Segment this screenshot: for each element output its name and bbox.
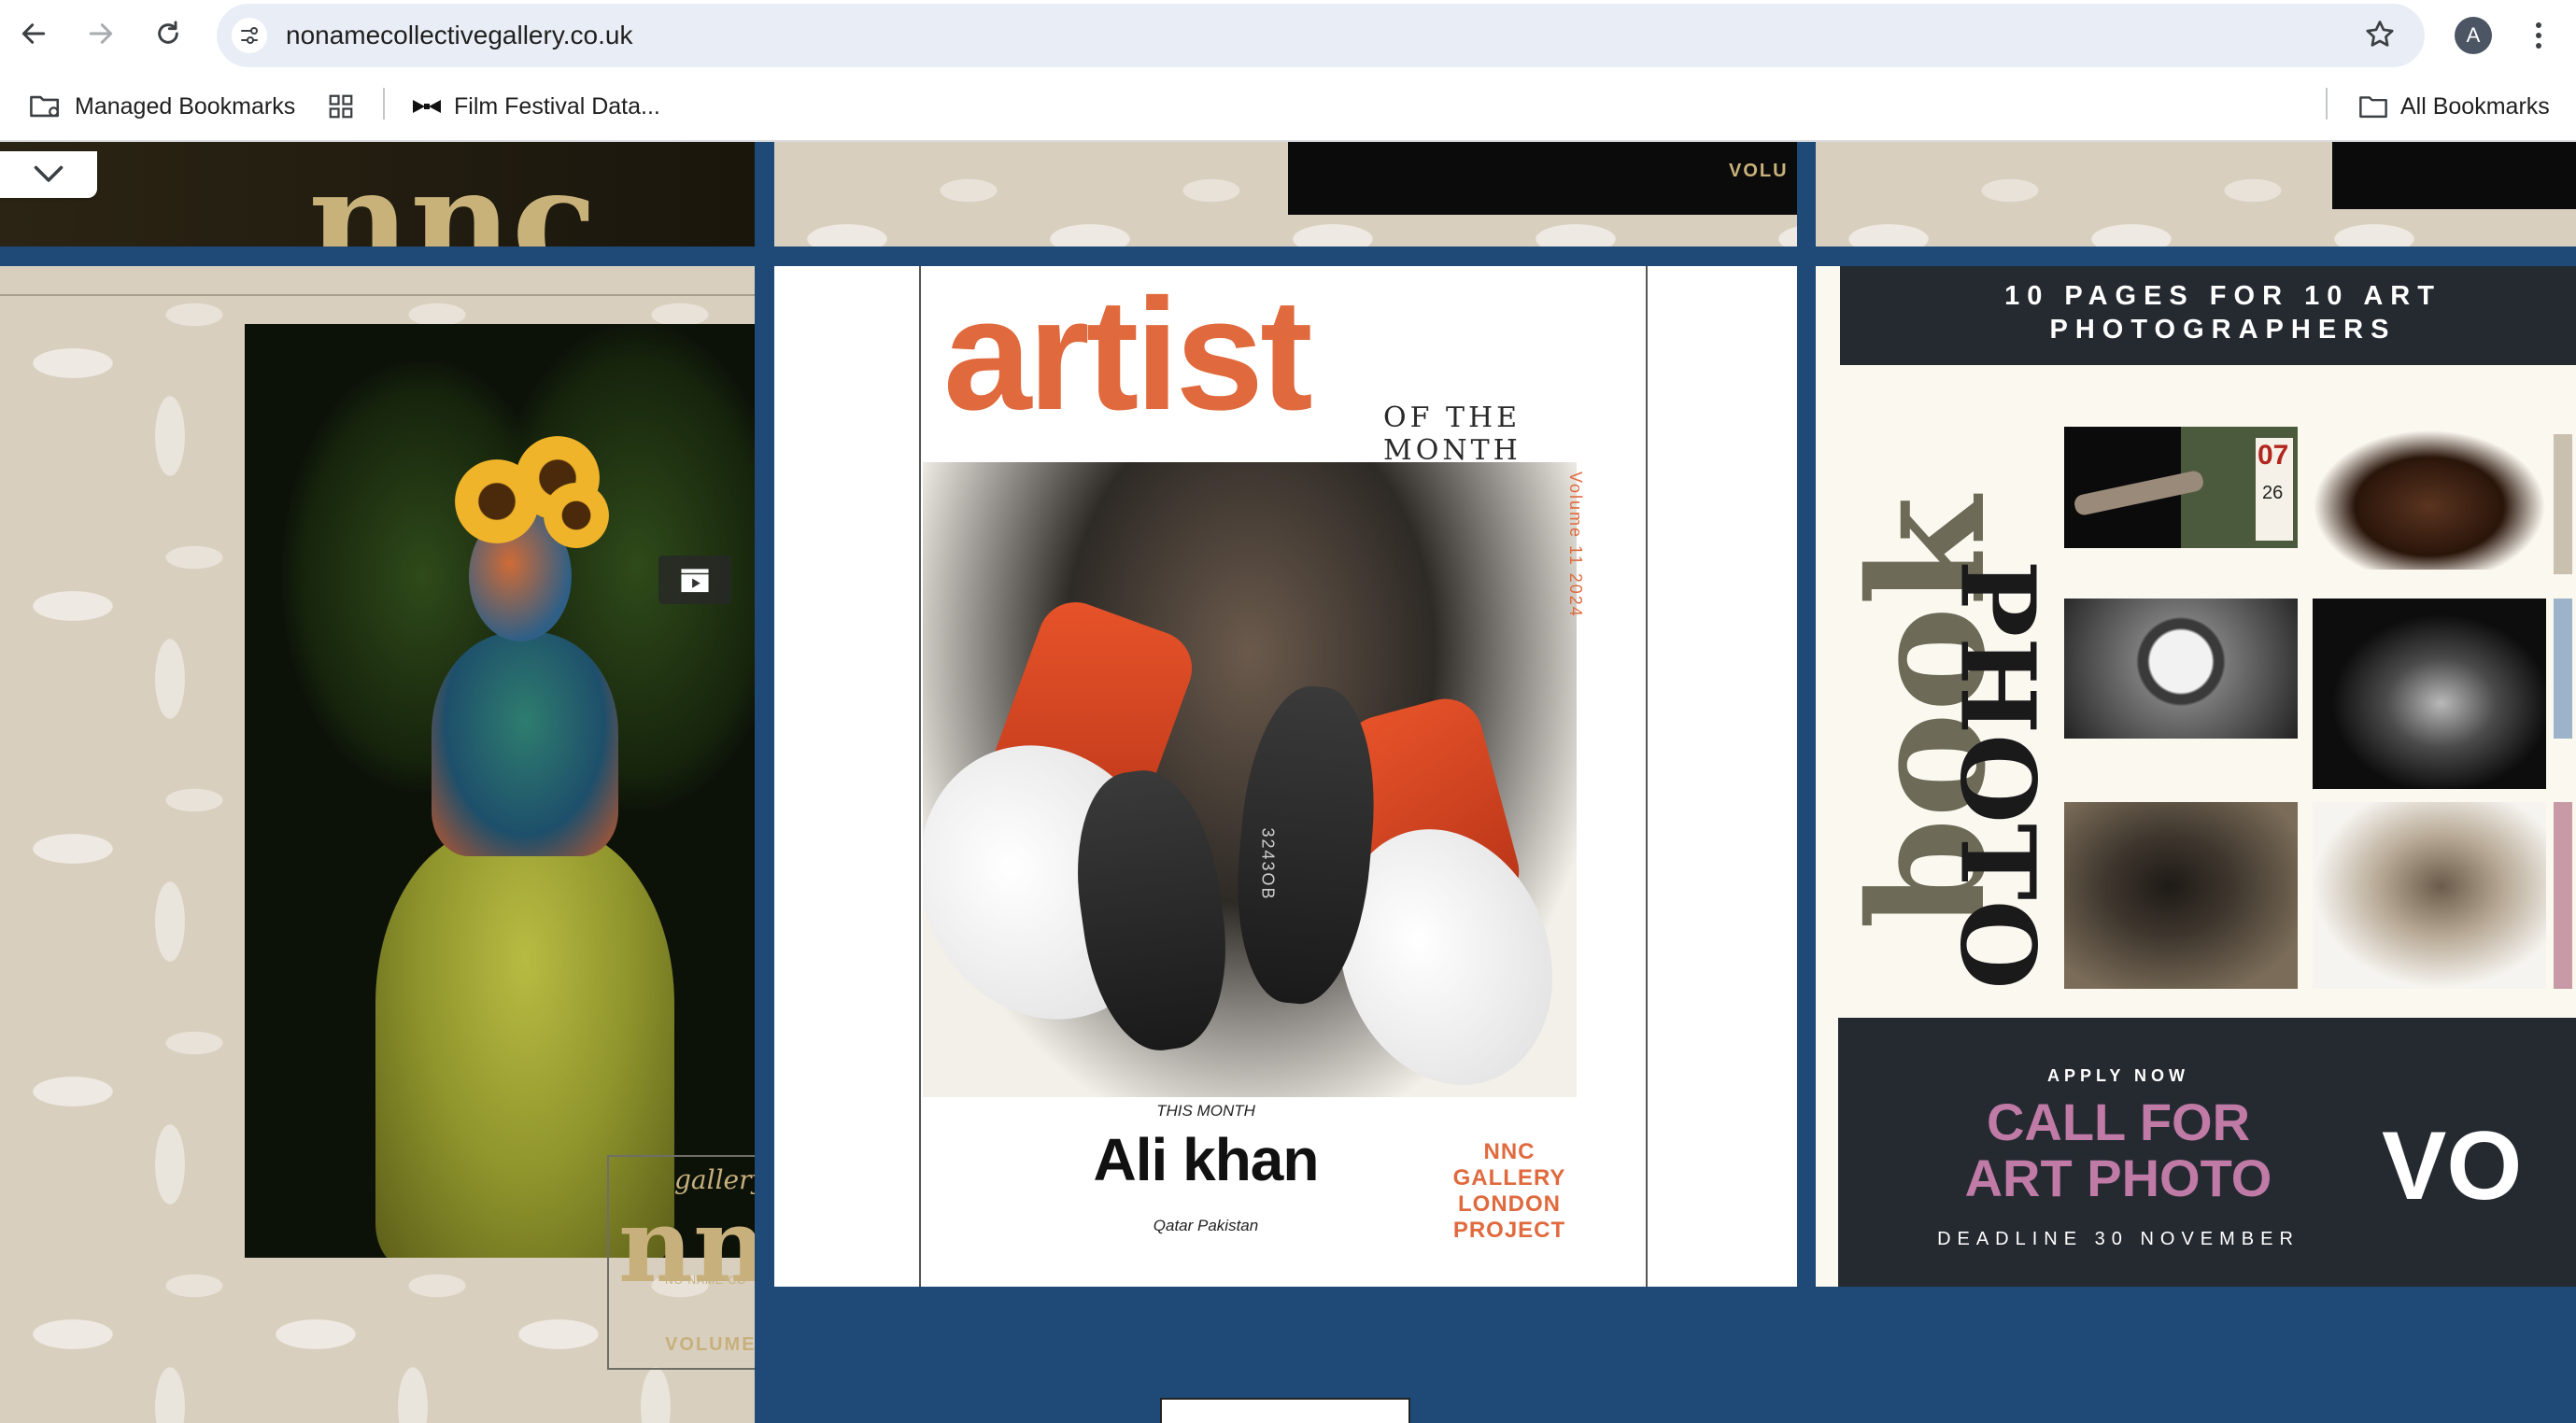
sole-number: 3243OB: [1258, 827, 1278, 901]
bookmark-managed-label: Managed Bookmarks: [75, 92, 296, 120]
logo-subtitle: NO NAME CO: [665, 1274, 747, 1287]
video-clapper-icon: [681, 569, 709, 593]
bookmark-star-icon[interactable]: [2363, 18, 2397, 56]
reload-button[interactable]: [151, 17, 185, 50]
gallery-tile-top-3[interactable]: [1816, 142, 2576, 247]
gallery-card-portrait[interactable]: nnc gallery NO NAME CO VOLUME: [0, 266, 755, 1423]
bookmark-managed[interactable]: Managed Bookmarks: [28, 90, 295, 123]
url-text[interactable]: nonamecollectivegallery.co.uk: [286, 21, 632, 50]
volume-label-partial: VOLU: [1729, 161, 1789, 181]
page-content: nnc VOLU nnc gallery NO NAME CO VOL: [0, 142, 2576, 1423]
apps-grid-icon: [329, 94, 353, 119]
call-for-art-banner[interactable]: APPLY NOW CALL FOR ART PHOTO DEADLINE 30…: [1838, 1018, 2576, 1287]
load-more-button[interactable]: [1160, 1398, 1410, 1423]
profile-avatar[interactable]: A: [2455, 17, 2492, 54]
apps-grid-button[interactable]: [327, 90, 355, 123]
deadline-label: DEADLINE 30 NOVEMBER: [1937, 1229, 2300, 1249]
photo-thumb-dancer[interactable]: [2313, 599, 2546, 789]
photo-thumb-silhouette[interactable]: [2064, 802, 2298, 989]
back-arrow-icon: [21, 23, 46, 44]
photo-thumb-partial-1[interactable]: [2554, 434, 2572, 574]
collapse-toggle-button[interactable]: [0, 151, 97, 198]
bookmarks-bar: Managed Bookmarks Film Festival Data... …: [0, 71, 2576, 142]
managed-folder-icon: [30, 95, 60, 118]
calendar-day-1: 07: [2258, 440, 2289, 471]
photo-book-heading: 10 PAGES FOR 10 ART PHOTOGRAPHERS: [2004, 281, 2442, 345]
photo-thumb-partial-2[interactable]: [2554, 599, 2572, 739]
nnc-logo-box: nnc gallery NO NAME CO VOLUME: [607, 1155, 755, 1370]
partial-volume-text: VO: [2382, 1112, 2523, 1220]
project-label: NNC GALLERY LONDON PROJECT: [1452, 1139, 1566, 1243]
more-menu-icon[interactable]: [2527, 19, 2550, 52]
this-month-label: THIS MONTH: [1156, 1102, 1255, 1120]
magazine-volume: Volume 11 2024: [1566, 472, 1585, 618]
portrait-cover-image: [245, 324, 755, 1258]
bookmarks-separator: [2326, 88, 2328, 120]
forward-arrow-icon: [89, 23, 113, 44]
volume-label: VOLUME: [665, 1334, 755, 1355]
calendar-day-2: 26: [2262, 483, 2284, 503]
video-play-badge[interactable]: [658, 556, 731, 604]
photo-book-header: 10 PAGES FOR 10 ART PHOTOGRAPHERS: [1840, 266, 2576, 365]
photo-thumb-hand-calendar[interactable]: 07 26: [2064, 427, 2298, 548]
photo-thumb-partial-3[interactable]: [2554, 802, 2572, 989]
chevron-down-icon: [34, 165, 64, 182]
magazine-title: artist: [943, 266, 1313, 444]
gallery-tile-top-1[interactable]: nnc: [0, 142, 755, 247]
artist-magazine-cover[interactable]: artist OF THE MONTH 3243OB Volume 11 202…: [919, 266, 1648, 1287]
bookmark-film-festival[interactable]: Film Festival Data...: [411, 90, 660, 123]
photo-thumb-mirror[interactable]: [2064, 599, 2298, 739]
apply-now-label: APPLY NOW: [2046, 1066, 2190, 1085]
site-info-icon[interactable]: [232, 18, 267, 53]
magazine-subtitle: OF THE MONTH: [1383, 402, 1522, 467]
bookmarks-separator: [383, 88, 385, 120]
reload-icon: [158, 21, 178, 44]
vertical-photo-text: PHOTO: [1937, 559, 2059, 990]
browser-toolbar: nonamecollectivegallery.co.uk A: [0, 0, 2576, 71]
all-bookmarks-button[interactable]: All Bookmarks: [2357, 90, 2550, 123]
forward-button[interactable]: [84, 17, 118, 50]
back-button[interactable]: [17, 17, 50, 50]
address-bar[interactable]: nonamecollectivegallery.co.uk: [217, 4, 2425, 67]
photo-thumb-hair[interactable]: [2313, 802, 2546, 989]
film-festival-favicon: [413, 100, 441, 113]
artist-name: Ali khan: [1093, 1126, 1320, 1193]
bookmark-film-festival-label: Film Festival Data...: [454, 92, 660, 120]
gallery-tile-top-2[interactable]: VOLU: [774, 142, 1797, 247]
artist-photo: 3243OB: [923, 462, 1577, 1097]
nnc-logo-partial: nnc: [308, 142, 598, 247]
photo-thumb-hands[interactable]: [2313, 430, 2546, 570]
all-bookmarks-label: All Bookmarks: [2400, 92, 2550, 120]
artist-location: Qatar Pakistan: [1153, 1217, 1259, 1234]
logo-script: gallery: [674, 1164, 755, 1195]
call-for-art-title: CALL FOR ART PHOTO: [1964, 1092, 2272, 1207]
gallery-card-photo-book[interactable]: 10 PAGES FOR 10 ART PHOTOGRAPHERS book P…: [1816, 266, 2576, 1287]
folder-icon: [2359, 96, 2387, 119]
